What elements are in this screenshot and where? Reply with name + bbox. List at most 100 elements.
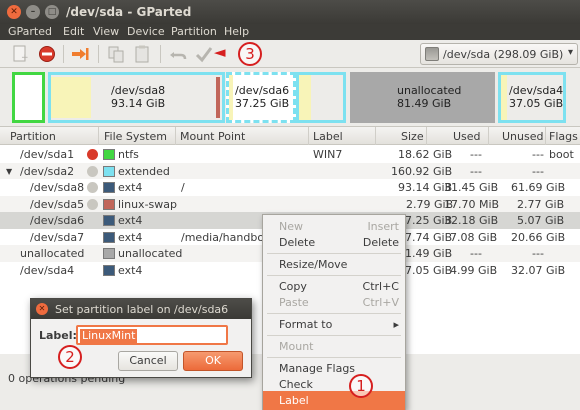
column-header-unused[interactable]: Unused (502, 130, 543, 143)
fs-color-swatch (103, 231, 115, 243)
paste-icon[interactable] (132, 44, 152, 64)
partition-block-sda2[interactable]: /dev/sda8 93.14 GiB (48, 72, 225, 123)
cell-flags: boot (549, 148, 574, 161)
resize-move-icon[interactable] (70, 44, 90, 64)
annotation-2: 2 (58, 345, 82, 369)
fs-color-swatch (103, 264, 115, 276)
cell-used: --- (470, 247, 482, 260)
table-header: Partition File System Mount Point Label … (0, 127, 580, 145)
table-row[interactable]: ▼ /dev/sda2 extended 160.92 GiB --- --- (0, 162, 580, 179)
fs-color-swatch (103, 215, 115, 226)
cell-used: 31.45 GiB (444, 181, 499, 194)
menu-gparted[interactable]: GParted (8, 25, 52, 38)
menu-item-delete[interactable]: Delete Delete (263, 233, 405, 253)
expander-icon[interactable]: ▼ (6, 167, 12, 176)
menu-separator (267, 275, 401, 276)
menu-item-label[interactable]: Label (263, 391, 405, 410)
device-select[interactable]: /dev/sda (298.09 GiB) ▾ (420, 43, 578, 65)
cell-unused: --- (532, 247, 544, 260)
menu-separator (267, 313, 401, 314)
cell-fs: ext4 (118, 230, 143, 244)
partition-block-sda7[interactable] (296, 72, 346, 123)
fs-color-swatch (103, 248, 115, 259)
partition-block-sda8-name: /dev/sda8 (111, 84, 166, 97)
cell-unused: 61.69 GiB (511, 181, 566, 194)
partition-block-sda6-name: /dev/sda6 (235, 84, 290, 97)
partition-block-sda8-size: 93.14 GiB (111, 97, 166, 110)
fs-color-swatch (103, 182, 115, 193)
partition-block-sda1[interactable] (12, 72, 45, 123)
cell-partition: /dev/sda7 (30, 230, 85, 244)
column-header-mount-point[interactable]: Mount Point (180, 130, 245, 143)
annotation-arrow: ◄ (214, 43, 226, 61)
apply-icon[interactable] (194, 44, 214, 64)
menu-item-paste[interactable]: Paste Ctrl+V (263, 293, 405, 313)
column-header-file-system[interactable]: File System (104, 130, 167, 143)
cell-size: 37.05 GiB (398, 263, 453, 277)
toolbar: + ◄ 3 /dev/sda (298.09 GiB) ▾ (0, 40, 580, 68)
context-menu: New Insert Delete Delete Resize/Move Cop… (262, 214, 406, 410)
ok-button[interactable]: OK (183, 351, 243, 371)
menu-edit[interactable]: Edit (63, 25, 84, 38)
fs-color-swatch (103, 165, 115, 177)
window-title: /dev/sda - GParted (66, 5, 192, 19)
table-row[interactable]: /dev/sda1 ntfs WIN7 18.62 GiB --- --- bo… (0, 146, 580, 163)
partition-block-sda6[interactable]: /dev/sda6 37.25 GiB (226, 72, 296, 123)
menu-view[interactable]: View (93, 25, 119, 38)
copy-icon[interactable] (106, 44, 126, 64)
menu-item-format-to[interactable]: Format to ▸ (263, 315, 405, 335)
new-partition-icon[interactable]: + (10, 44, 30, 64)
cell-partition: /dev/sda6 (30, 214, 85, 227)
menu-help[interactable]: Help (224, 25, 249, 38)
table-row[interactable]: /dev/sda8 ext4 / 93.14 GiB 31.45 GiB 61.… (0, 179, 580, 196)
cell-fs: linux-swap (118, 197, 177, 211)
menu-bar: GParted Edit View Device Partition Help (0, 24, 580, 40)
cell-used: 4.99 GiB (450, 263, 498, 277)
window-maximize-button[interactable]: □ (45, 5, 59, 19)
cell-used: 32.18 GiB (444, 214, 499, 227)
undo-icon[interactable] (168, 44, 188, 64)
cell-used: 17.70 MiB (444, 197, 500, 211)
column-header-partition[interactable]: Partition (10, 130, 56, 143)
partition-block-sda4-size: 37.05 GiB (509, 97, 564, 110)
menu-separator (267, 335, 401, 336)
partition-block-sda6-size: 37.25 GiB (235, 97, 290, 110)
window-close-button[interactable]: ✕ (7, 5, 21, 19)
dialog-title-bar: ✕ Set partition label on /dev/sda6 (31, 299, 251, 319)
menu-item-mount[interactable]: Mount (263, 337, 405, 357)
title-bar: ✕ – □ /dev/sda - GParted (0, 0, 580, 24)
toolbar-separator (63, 45, 64, 63)
cell-partition: unallocated (20, 247, 85, 260)
column-header-label[interactable]: Label (313, 130, 343, 143)
column-header-flags[interactable]: Flags (549, 130, 578, 143)
cell-unused: --- (532, 148, 544, 161)
cell-partition: /dev/sda4 (20, 263, 75, 277)
partition-block-unallocated-name: unallocated (397, 84, 462, 97)
cell-partition: /dev/sda2 (20, 164, 75, 178)
partition-block-sda4[interactable]: /dev/sda4 37.05 GiB (498, 72, 566, 123)
label-input[interactable]: LinuxMint (76, 325, 228, 345)
cell-fs: ext4 (118, 263, 143, 277)
label-field-label: Label: (39, 329, 77, 342)
cell-size: 81.49 GiB (398, 247, 453, 260)
dialog-close-button[interactable]: ✕ (36, 303, 48, 315)
column-header-used[interactable]: Used (453, 130, 481, 143)
cancel-button[interactable]: Cancel (118, 351, 178, 371)
cell-used: 7.08 GiB (450, 230, 498, 244)
partition-block-unallocated[interactable]: unallocated 81.49 GiB (350, 72, 495, 123)
cell-partition: /dev/sda8 (30, 181, 85, 194)
delete-partition-icon[interactable] (37, 44, 57, 64)
label-input-value: LinuxMint (80, 329, 138, 343)
fs-color-swatch (103, 198, 115, 210)
menu-item-resize-move[interactable]: Resize/Move (263, 255, 405, 275)
menu-partition[interactable]: Partition (171, 25, 217, 38)
cell-fs: ntfs (118, 148, 139, 161)
dialog-title: Set partition label on /dev/sda6 (55, 303, 229, 316)
column-header-size[interactable]: Size (401, 130, 424, 143)
fs-color-swatch (103, 149, 115, 160)
menu-device[interactable]: Device (127, 25, 165, 38)
table-row[interactable]: /dev/sda5 linux-swap 2.79 GiB 17.70 MiB … (0, 195, 580, 212)
window-minimize-button[interactable]: – (26, 5, 40, 19)
cell-partition: /dev/sda5 (30, 197, 85, 211)
partition-map: /dev/sda8 93.14 GiB /dev/sda6 37.25 GiB … (0, 68, 580, 126)
